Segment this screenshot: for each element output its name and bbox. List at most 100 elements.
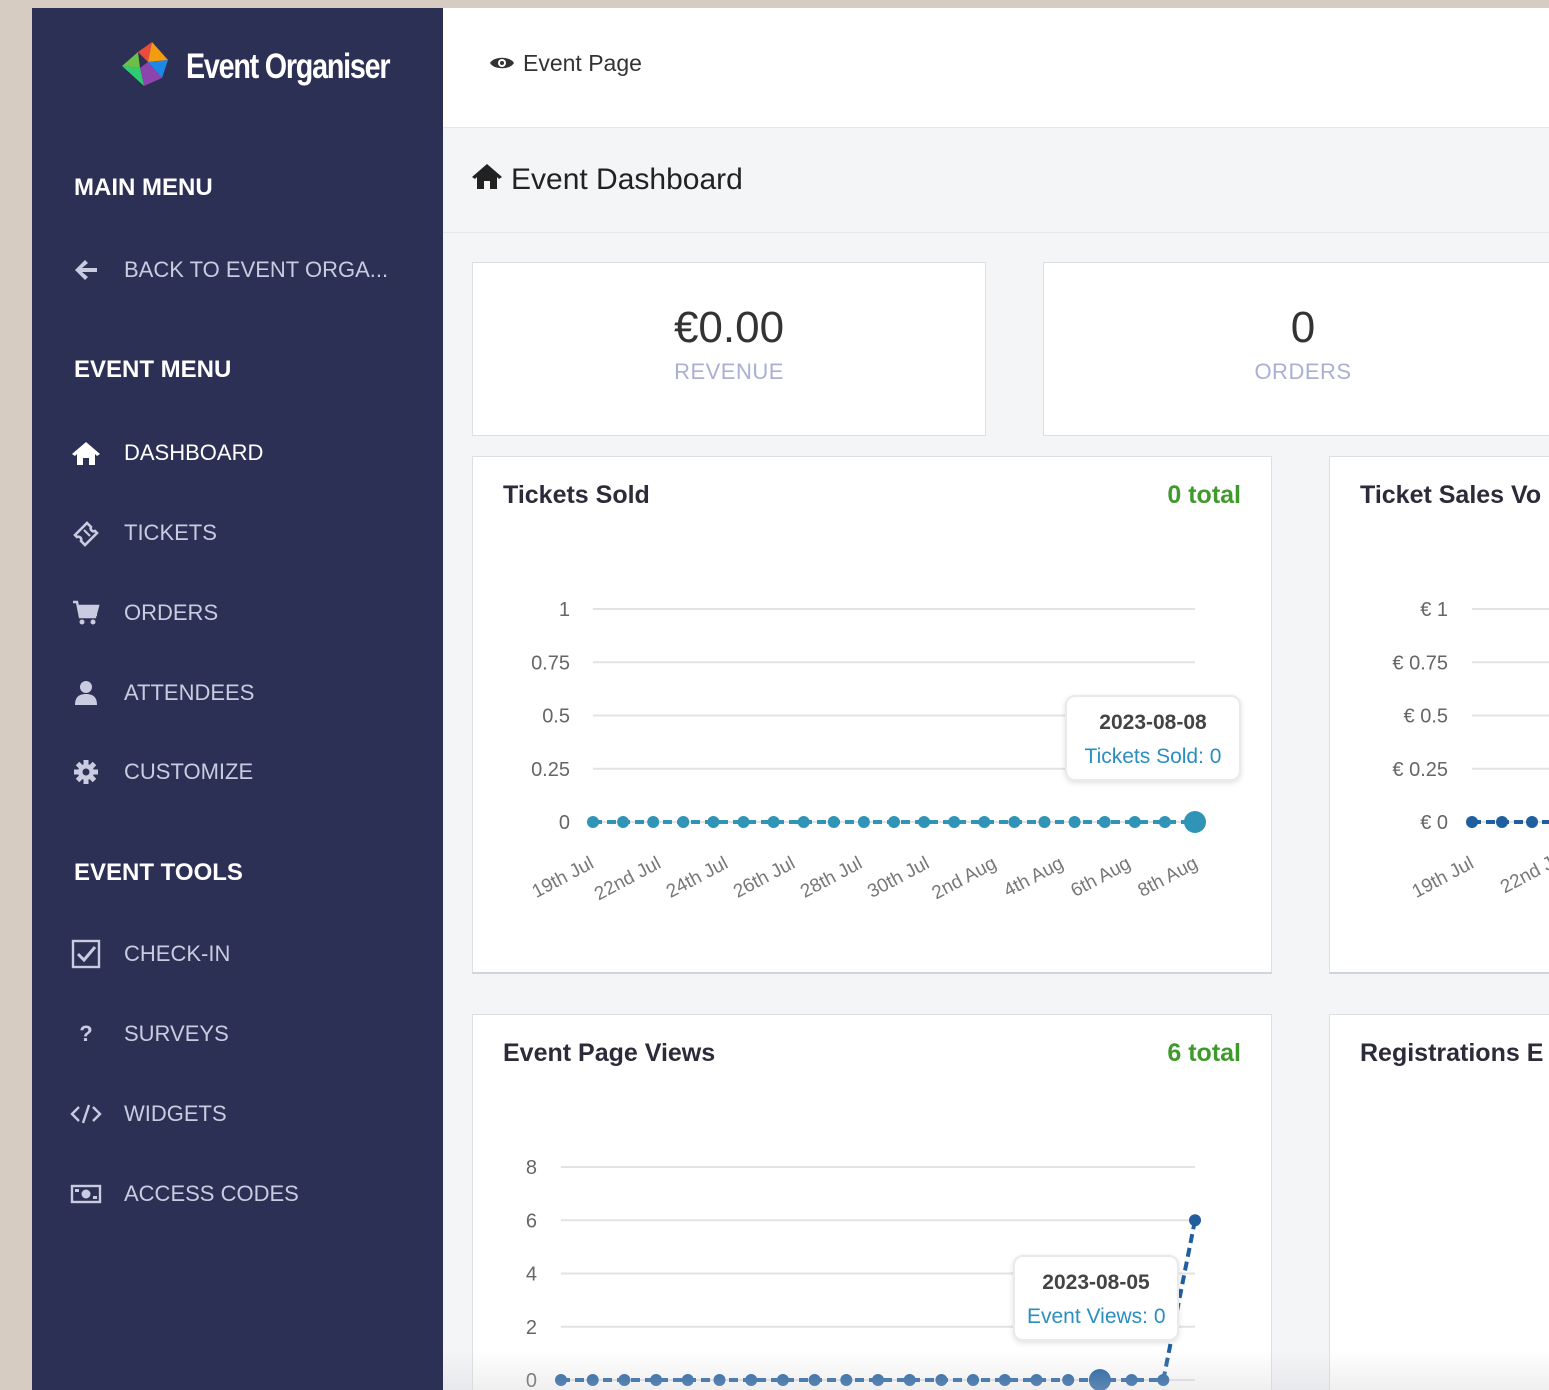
x-tick-label: 26th Jul (730, 853, 799, 903)
sidebar-item-orders[interactable]: ORDERS (70, 593, 430, 633)
chart-tooltip: 2023-08-08 Tickets Sold: 0 (1065, 695, 1241, 781)
y-tick-label: 4 (526, 1264, 537, 1286)
data-point (713, 1374, 726, 1386)
revenue-label: REVENUE (674, 359, 784, 384)
logo-mark-icon (118, 38, 176, 96)
y-tick-label: € 0 (1420, 812, 1448, 834)
x-tick-label: 2nd Aug (929, 853, 1000, 904)
y-tick-label: 6 (526, 1210, 537, 1232)
sidebar-item-label: WIDGETS (124, 1101, 227, 1126)
data-point (1088, 1369, 1111, 1390)
data-point (617, 816, 630, 828)
data-point (776, 1374, 789, 1386)
sidebar-item-label: CUSTOMIZE (124, 759, 254, 784)
top-bar: Event Page (443, 8, 1549, 128)
data-point (967, 1374, 980, 1386)
sidebar-item-label: ORDERS (124, 600, 219, 625)
data-point (888, 816, 900, 828)
y-tick-label: 0.75 (531, 652, 570, 674)
x-tick-label: 24th Jul (663, 853, 732, 903)
y-tick-label: 0 (526, 1370, 537, 1390)
data-point (840, 1374, 853, 1386)
cart-icon (70, 597, 102, 629)
data-point (872, 1374, 884, 1386)
y-tick-label: 1 (559, 599, 570, 621)
orders-card: 0 ORDERS (1043, 262, 1549, 436)
event-page-link-label: Event Page (523, 50, 642, 76)
tooltip-value: Event Views: 0 (1027, 1305, 1166, 1328)
y-tick-label: € 1 (1420, 599, 1448, 621)
data-point (737, 816, 750, 828)
data-point (1008, 816, 1021, 828)
sidebar-item-widgets[interactable]: WIDGETS (70, 1094, 430, 1134)
y-tick-label: 0 (559, 812, 570, 834)
home-icon (70, 437, 102, 469)
data-point (1158, 816, 1171, 828)
gear-icon (70, 756, 102, 788)
data-point (1157, 1374, 1170, 1386)
event-menu-heading: EVENT MENU (74, 356, 232, 383)
data-point (707, 816, 720, 828)
chart-tooltip: 2023-08-05 Event Views: 0 (1013, 1255, 1179, 1341)
sidebar-item-check-in[interactable]: CHECK-IN (70, 934, 430, 974)
y-tick-label: 0.5 (542, 706, 570, 728)
data-point (1125, 1374, 1138, 1386)
tickets-sold-card: Tickets Sold 0 total 1 0.75 0.5 0.25 0 19th J… (472, 456, 1272, 974)
y-tick-label: 0.25 (531, 759, 570, 781)
data-point (681, 1374, 694, 1386)
dashboard-content: €0.00 REVENUE 0 ORDERS Tickets Sold 0 to… (443, 234, 1549, 1390)
main-menu-heading: MAIN MENU (74, 174, 213, 201)
sidebar-item-back[interactable]: BACK TO EVENT ORGA... (70, 250, 430, 290)
checkbox-icon (70, 938, 102, 970)
data-point (745, 1374, 758, 1386)
sidebar-item-label: DASHBOARD (124, 440, 264, 465)
tooltip-date: 2023-08-05 (1042, 1271, 1150, 1294)
app-frame: Event Organiser MAIN MENU BACK TO EVENT … (32, 8, 1549, 1390)
data-point (827, 816, 840, 828)
sidebar-item-tickets[interactable]: TICKETS (70, 513, 430, 553)
page-header: Event Dashboard (443, 129, 1549, 233)
x-tick-label: 6th Aug (1067, 853, 1134, 902)
data-point (1068, 816, 1081, 828)
x-tick-label: 19th Jul (1409, 853, 1478, 903)
y-tick-label: € 0.5 (1404, 706, 1448, 728)
sidebar-item-surveys[interactable]: ? SURVEYS (70, 1014, 430, 1054)
y-tick-label: 8 (526, 1157, 537, 1179)
registrations-card: Registrations E (1329, 1014, 1549, 1390)
data-point (935, 1374, 948, 1386)
data-point (650, 1374, 663, 1386)
arrow-left-icon (70, 254, 102, 286)
sidebar-item-access-codes[interactable]: ACCESS CODES (70, 1174, 430, 1214)
event-page-link[interactable]: Event Page (489, 50, 642, 77)
data-point (857, 816, 870, 828)
data-point (1128, 816, 1141, 828)
home-icon (471, 162, 503, 198)
orders-value: 0 (1290, 303, 1316, 352)
y-tick-label: 2 (526, 1317, 537, 1339)
data-point (767, 816, 780, 828)
event-tools-heading: EVENT TOOLS (74, 859, 243, 886)
data-point (1496, 816, 1508, 828)
money-icon (70, 1178, 102, 1210)
sidebar-item-dashboard[interactable]: DASHBOARD (70, 433, 430, 473)
x-tick-label: 4th Aug (1000, 853, 1067, 902)
data-point (998, 1374, 1011, 1386)
sidebar-item-label: ACCESS CODES (124, 1181, 299, 1206)
data-point (647, 816, 660, 828)
tooltip-date: 2023-08-08 (1099, 711, 1207, 734)
data-point (677, 816, 690, 828)
ticket-icon (70, 517, 102, 549)
page-title-text: Event Dashboard (511, 163, 743, 196)
sidebar-item-attendees[interactable]: ATTENDEES (70, 673, 430, 713)
sidebar-item-customize[interactable]: CUSTOMIZE (70, 752, 430, 792)
sidebar-item-label: SURVEYS (124, 1021, 229, 1046)
data-point (948, 816, 961, 828)
x-tick-label: 22nd Jul (591, 853, 664, 905)
x-tick-label: 28th Jul (797, 853, 866, 903)
data-point (1038, 816, 1051, 828)
page-title: Event Dashboard (471, 162, 743, 198)
orders-label: ORDERS (1254, 359, 1352, 384)
tooltip-value: Tickets Sold: 0 (1084, 745, 1222, 768)
brand-logo[interactable]: Event Organiser (118, 38, 434, 96)
chart-title: Registrations E (1360, 1039, 1544, 1067)
